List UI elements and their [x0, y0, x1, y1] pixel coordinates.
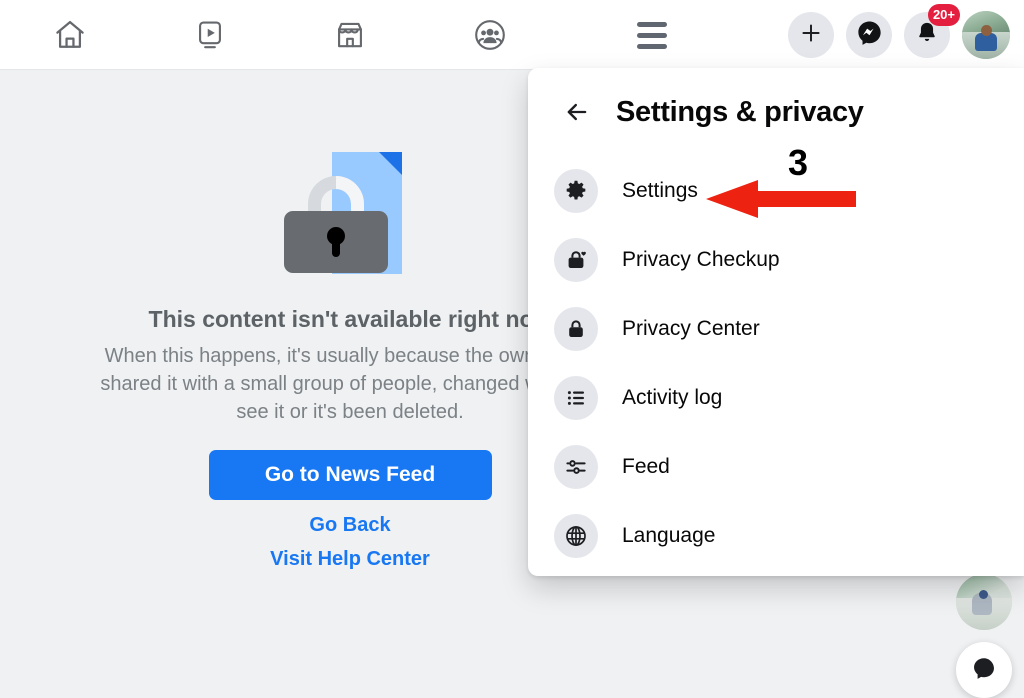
notification-badge: 20+ — [927, 4, 960, 26]
contact-avatar-head — [978, 589, 988, 599]
nav-tabs — [0, 0, 560, 70]
create-button[interactable] — [788, 12, 834, 58]
menu-item-label: Activity log — [622, 385, 723, 409]
visit-help-center-link[interactable]: Visit Help Center — [270, 548, 430, 571]
groups-icon — [472, 17, 508, 53]
menu-item-label: Privacy Checkup — [622, 247, 780, 271]
chat-button[interactable] — [956, 642, 1012, 698]
go-back-link[interactable]: Go Back — [309, 514, 390, 537]
menu-item-feed[interactable]: Feed — [528, 432, 1024, 501]
nav-tab-home[interactable] — [0, 0, 140, 70]
plus-icon — [798, 20, 824, 51]
avatar-image — [962, 11, 1010, 59]
video-icon — [193, 18, 227, 52]
menu-item-privacy-checkup[interactable]: Privacy Checkup — [528, 225, 1024, 294]
account-avatar[interactable] — [962, 11, 1010, 59]
menu-item-privacy-center[interactable]: Privacy Center — [528, 294, 1024, 363]
top-navigation-bar: 20+ — [0, 0, 1024, 70]
hamburger-bar — [637, 43, 667, 49]
marketplace-icon — [333, 18, 367, 52]
menu-header: Settings & privacy — [528, 68, 1024, 156]
nav-actions: 20+ — [624, 0, 1010, 70]
lock-heart-icon — [554, 237, 598, 282]
back-arrow-icon[interactable] — [560, 95, 594, 129]
lock-icon — [554, 306, 598, 351]
hamburger-bar — [637, 32, 667, 38]
list-icon — [554, 375, 598, 420]
menu-title: Settings & privacy — [616, 95, 864, 128]
nav-tab-groups[interactable] — [420, 0, 560, 70]
gear-icon — [554, 168, 598, 213]
chat-bubble-icon — [971, 655, 997, 686]
menu-item-settings[interactable]: Settings — [528, 156, 1024, 225]
contact-avatar[interactable] — [956, 574, 1012, 630]
messenger-icon — [856, 19, 883, 51]
menu-item-label: Language — [622, 523, 716, 547]
hamburger-bar — [637, 21, 667, 27]
notifications-button[interactable]: 20+ — [904, 4, 960, 58]
menu-item-label: Privacy Center — [622, 316, 760, 340]
globe-icon — [554, 513, 598, 558]
home-icon — [52, 17, 88, 53]
document-fold — [379, 152, 402, 175]
error-title: This content isn't available right now — [148, 306, 552, 332]
go-to-news-feed-button[interactable]: Go to News Feed — [208, 450, 492, 500]
menu-item-label: Settings — [622, 178, 698, 202]
sliders-icon — [554, 444, 598, 489]
lock-keyhole-stem — [332, 238, 340, 257]
nav-tab-marketplace[interactable] — [280, 0, 420, 70]
locked-document-icon — [270, 148, 430, 280]
settings-privacy-menu: Settings & privacy Settings Privacy Chec… — [528, 68, 1024, 576]
menu-button[interactable] — [624, 0, 680, 70]
menu-item-language[interactable]: Language — [528, 501, 1024, 570]
lock-shackle-highlight — [336, 176, 364, 216]
messenger-button[interactable] — [846, 12, 892, 58]
menu-item-activity-log[interactable]: Activity log — [528, 363, 1024, 432]
menu-item-label: Feed — [622, 454, 670, 478]
nav-tab-video[interactable] — [140, 0, 280, 70]
